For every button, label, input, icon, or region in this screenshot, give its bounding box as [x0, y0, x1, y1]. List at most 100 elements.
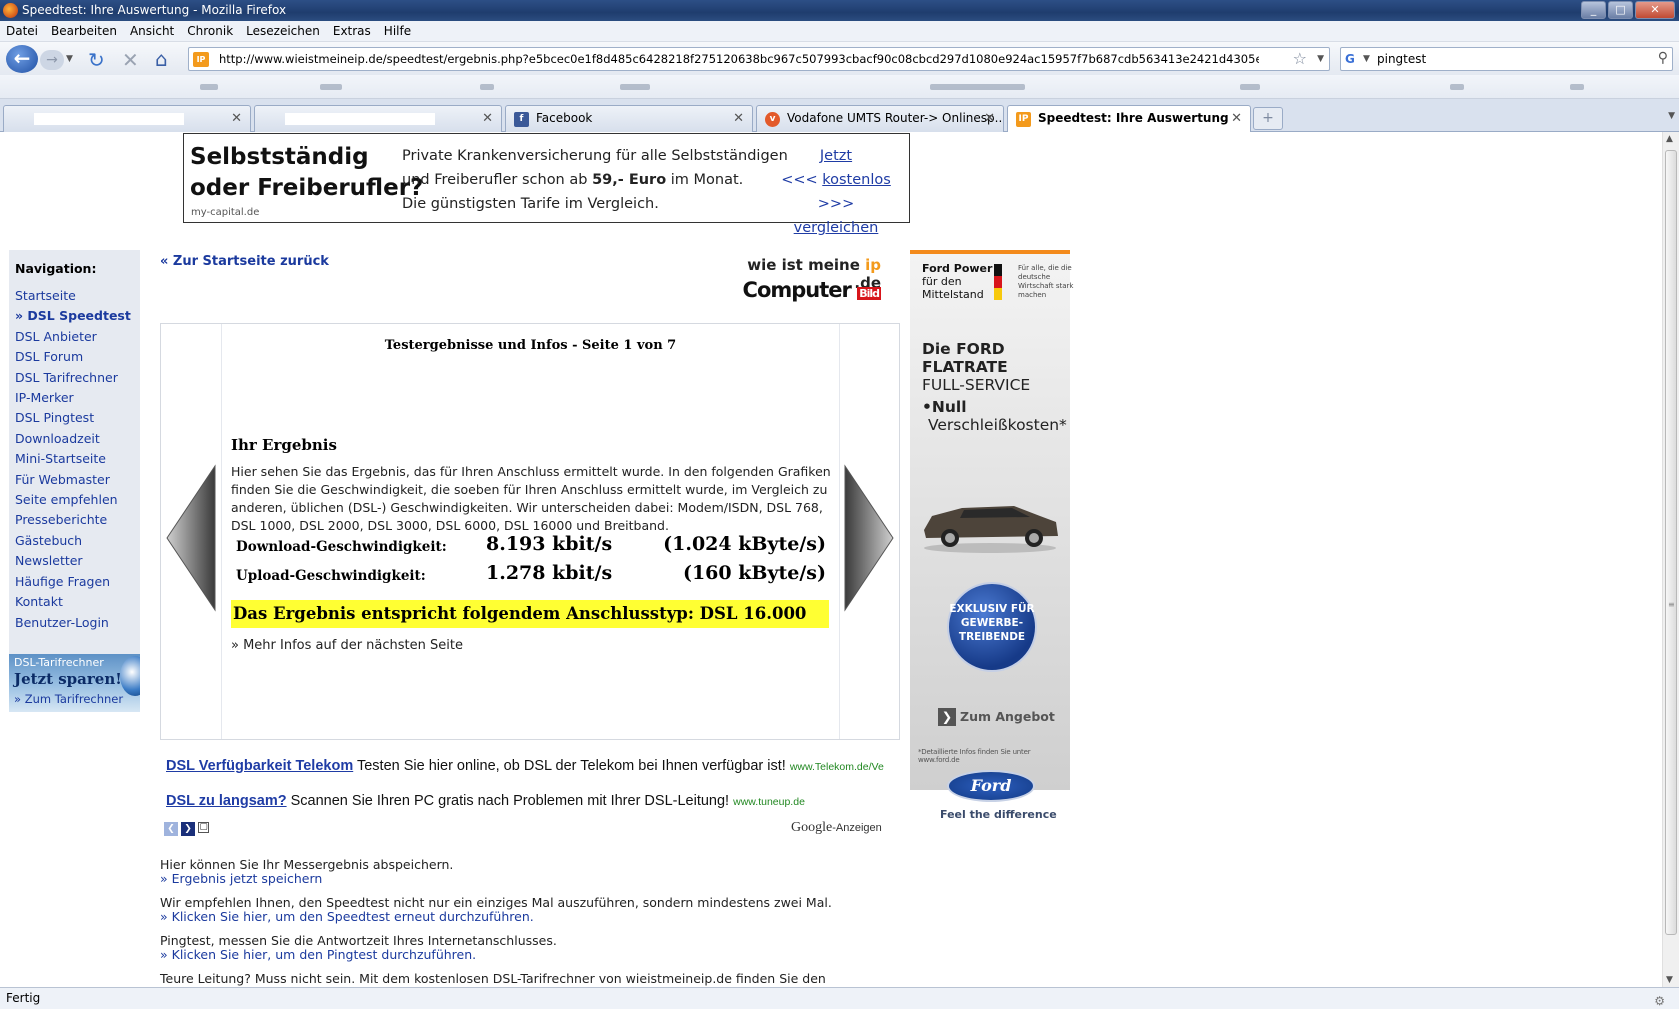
bookmark-item[interactable] [320, 84, 342, 90]
save-result-link[interactable]: » Ergebnis jetzt speichern [160, 872, 453, 886]
menu-datei[interactable]: Datei [6, 24, 38, 38]
tab-1[interactable]: ✕ [3, 105, 251, 132]
download-kbyte: (1.024 kByte/s) [663, 533, 826, 555]
ad-price: 59,- Euro [592, 172, 667, 188]
sidebar-item-benutzer-login[interactable]: Benutzer-Login [15, 613, 140, 633]
sidebar-item-seite-empfehlen[interactable]: Seite empfehlen [15, 490, 140, 510]
home-icon[interactable]: ⌂ [155, 47, 168, 71]
site-logo[interactable]: wie ist meine ip .de Computer Bild [736, 256, 881, 316]
scroll-up-icon[interactable]: ▲ [1666, 134, 1673, 144]
close-tab-icon[interactable]: ✕ [231, 106, 242, 131]
sidebar-item-gaestebuch[interactable]: Gästebuch [15, 531, 140, 551]
sidebar-item-dsl-anbieter[interactable]: DSL Anbieter [15, 327, 140, 347]
google-ad-2[interactable]: DSL zu langsam? Scannen Sie Ihren PC gra… [166, 793, 805, 809]
tab-facebook[interactable]: f Facebook ✕ [505, 105, 753, 132]
bookmark-star-icon[interactable]: ☆ [1293, 49, 1307, 68]
chevron-left-icon[interactable]: ❮ [164, 822, 178, 836]
back-to-start-link[interactable]: « Zur Startseite zurück [160, 254, 329, 269]
previous-page-arrow-icon[interactable] [165, 464, 217, 612]
vodafone-icon: v [765, 112, 780, 127]
sidebar-item-dsl-pingtest[interactable]: DSL Pingtest [15, 408, 140, 428]
pingtest-link[interactable]: » Klicken Sie hier, um den Pingtest durc… [160, 948, 557, 962]
more-info-link[interactable]: » Mehr Infos auf der nächsten Seite [231, 638, 463, 653]
bookmark-item[interactable] [1450, 84, 1464, 90]
bookmark-item[interactable] [480, 84, 494, 90]
ad-cta-link[interactable]: Jetzt [820, 148, 852, 164]
sidebar-item-dsl-forum[interactable]: DSL Forum [15, 347, 140, 367]
chevron-right-icon[interactable]: ❯ [181, 822, 195, 836]
bookmark-item[interactable] [620, 84, 650, 90]
top-banner-ad[interactable]: Selbstständig oder Freiberufler? my-capi… [183, 133, 910, 236]
tarif-link[interactable]: » Zum Tarifrechner [14, 692, 123, 706]
forward-button[interactable]: → [40, 50, 64, 70]
ford-skyscraper-ad[interactable]: Ford Power für den Mittelstand Für alle,… [910, 250, 1073, 790]
vertical-scrollbar[interactable]: ▲ ≡ ▼ [1662, 132, 1679, 987]
menu-extras[interactable]: Extras [333, 24, 371, 38]
search-box[interactable]: G ▼ pingtest ⚲ [1340, 47, 1673, 71]
ad-cta[interactable]: Jetzt <<< kostenlos >>> vergleichen [770, 144, 902, 240]
google-ads-footer[interactable]: Google-Anzeigen [791, 820, 882, 836]
close-tab-icon[interactable]: ✕ [984, 106, 995, 131]
maximize-button[interactable]: □ [1608, 1, 1633, 19]
google-engine-icon[interactable]: G [1345, 52, 1361, 67]
search-input[interactable]: pingtest [1377, 52, 1426, 66]
google-ad-1[interactable]: DSL Verfügbarkeit Telekom Testen Sie hie… [166, 758, 884, 774]
sidebar-item-haeufige-fragen[interactable]: Häufige Fragen [15, 572, 140, 592]
next-page-arrow-icon[interactable] [843, 464, 895, 612]
sidebar-item-presseberichte[interactable]: Presseberichte [15, 510, 140, 530]
tab-speedtest[interactable]: IP Speedtest: Ihre Auswertung ✕ [1007, 105, 1251, 133]
list-all-tabs-icon[interactable]: ▼ [1668, 111, 1675, 121]
scroll-down-icon[interactable]: ▼ [1666, 975, 1673, 985]
stop-icon[interactable]: ✕ [122, 48, 139, 72]
google-ad-link[interactable]: DSL Verfügbarkeit Telekom [166, 758, 353, 774]
bookmark-item[interactable] [1570, 84, 1584, 90]
ford-logo[interactable]: Ford [947, 770, 1035, 802]
scrollbar-thumb[interactable] [1665, 150, 1677, 935]
sidebar-item-ip-merker[interactable]: IP-Merker [15, 388, 140, 408]
close-tab-icon[interactable]: ✕ [733, 106, 744, 131]
ad-cta-link[interactable]: vergleichen [794, 220, 879, 236]
url-dropdown-icon[interactable]: ▼ [1317, 54, 1324, 64]
ad-cta-link[interactable]: kostenlos [822, 172, 891, 188]
sidebar-item-webmaster[interactable]: Für Webmaster [15, 470, 140, 490]
ad-info-icon[interactable]: ▢ [198, 822, 209, 833]
google-ad-link[interactable]: DSL zu langsam? [166, 793, 287, 809]
repeat-speedtest-link[interactable]: » Klicken Sie hier, um den Speedtest ern… [160, 910, 832, 924]
ford-offer-link[interactable]: ❯ Zum Angebot [938, 708, 1059, 726]
new-tab-button[interactable]: + [1253, 107, 1283, 130]
back-button[interactable]: ← [6, 45, 38, 73]
close-tab-icon[interactable]: ✕ [482, 106, 493, 131]
addon-status-icon[interactable]: ⚙ [1654, 991, 1665, 1009]
bookmark-item[interactable] [200, 84, 218, 90]
history-dropdown-icon[interactable]: ▼ [66, 54, 73, 64]
menu-chronik[interactable]: Chronik [187, 24, 233, 38]
sidebar-item-dsl-tarifrechner[interactable]: DSL Tarifrechner [15, 368, 140, 388]
menu-hilfe[interactable]: Hilfe [384, 24, 411, 38]
google-ad-url[interactable]: www.tuneup.de [733, 796, 805, 808]
engine-dropdown-icon[interactable]: ▼ [1363, 54, 1370, 64]
close-tab-icon[interactable]: ✕ [1231, 106, 1242, 131]
close-button[interactable]: ✕ [1635, 1, 1675, 19]
sidebar-item-newsletter[interactable]: Newsletter [15, 551, 140, 571]
tarifrechner-banner[interactable]: DSL-Tarifrechner Jetzt sparen! » Zum Tar… [9, 654, 140, 712]
tab-bar: ✕ ✕ f Facebook ✕ v Vodafone UMTS Router-… [0, 99, 1679, 133]
minimize-button[interactable]: _ [1581, 1, 1606, 19]
menu-bearbeiten[interactable]: Bearbeiten [51, 24, 117, 38]
tab-vodafone[interactable]: v Vodafone UMTS Router-> Onlinesp... ✕ [756, 105, 1004, 132]
menu-ansicht[interactable]: Ansicht [130, 24, 174, 38]
sidebar-item-mini-startseite[interactable]: Mini-Startseite [15, 449, 140, 469]
bookmark-item[interactable] [930, 84, 1025, 90]
google-ad-url[interactable]: www.Telekom.de/Ve [790, 761, 884, 773]
sidebar-item-dsl-speedtest[interactable]: » DSL Speedtest [15, 306, 140, 326]
tab-2[interactable]: ✕ [254, 105, 502, 132]
bookmark-item[interactable] [1240, 84, 1260, 90]
url-text[interactable]: http://www.wieistmeineip.de/speedtest/er… [219, 52, 1259, 66]
sidebar-item-downloadzeit[interactable]: Downloadzeit [15, 429, 140, 449]
scroll-grip-icon: ≡ [1668, 600, 1675, 609]
sidebar-item-startseite[interactable]: Startseite [15, 286, 140, 306]
url-bar[interactable]: IP http://www.wieistmeineip.de/speedtest… [188, 47, 1330, 71]
reload-icon[interactable]: ↻ [88, 48, 105, 72]
sidebar-item-kontakt[interactable]: Kontakt [15, 592, 140, 612]
search-icon[interactable]: ⚲ [1658, 50, 1668, 66]
menu-lesezeichen[interactable]: Lesezeichen [246, 24, 320, 38]
